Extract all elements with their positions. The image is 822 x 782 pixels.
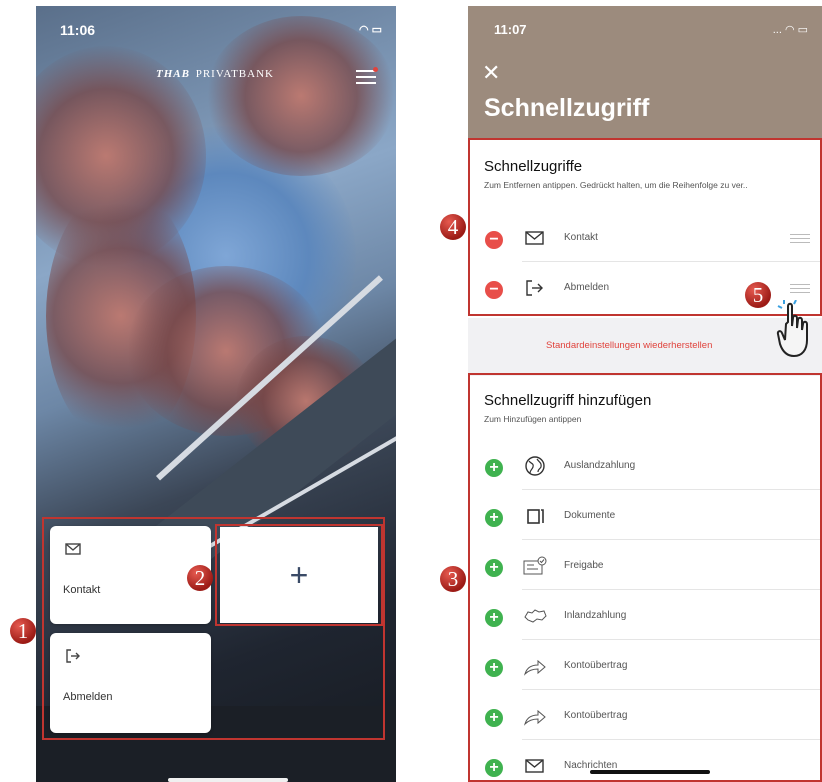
step-badge-4: 4 bbox=[440, 214, 466, 240]
logo-mark: THAB bbox=[156, 68, 190, 80]
restore-defaults-link[interactable]: Standardeinstellungen wiederherstellen bbox=[546, 340, 712, 351]
wifi-battery-icon: ... ◠ ▭ bbox=[772, 24, 808, 36]
status-time: 11:07 bbox=[494, 22, 527, 37]
close-icon[interactable]: ✕ bbox=[482, 62, 500, 84]
highlight-box-2 bbox=[215, 524, 383, 626]
step-badge-1: 1 bbox=[10, 618, 36, 644]
step-badge-2: 2 bbox=[187, 565, 213, 591]
restore-area: Standardeinstellungen wiederherstellen bbox=[468, 318, 822, 376]
highlight-box-3 bbox=[468, 373, 822, 782]
status-time: 11:06 bbox=[60, 22, 96, 38]
step-badge-5: 5 bbox=[745, 282, 771, 308]
tap-hand-icon bbox=[776, 300, 808, 358]
wifi-battery-icon: ◠ ▭ bbox=[358, 24, 382, 36]
bank-logo: THAB PRIVATBANK bbox=[156, 68, 274, 80]
logo-text: PRIVATBANK bbox=[195, 68, 274, 80]
status-bar: 11:06 ◠ ▭ bbox=[36, 6, 396, 50]
page-title: Schnellzugriff bbox=[484, 94, 650, 122]
home-indicator bbox=[168, 778, 288, 782]
menu-icon[interactable] bbox=[356, 67, 378, 86]
notification-dot bbox=[373, 67, 378, 72]
header: 11:07 ... ◠ ▭ ✕ Schnellzugriff bbox=[468, 6, 822, 138]
step-badge-3: 3 bbox=[440, 566, 466, 592]
